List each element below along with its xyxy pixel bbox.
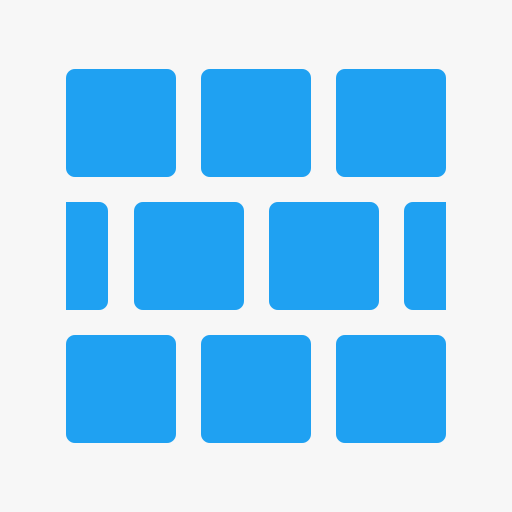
brick-row3-left [66, 335, 176, 443]
brick-row2-right-half [404, 202, 446, 310]
brick-row2-center-left [134, 202, 244, 310]
brick-row2-left-half [66, 202, 108, 310]
app-icon-canvas [0, 0, 512, 512]
brick-row2-center-right [269, 202, 379, 310]
brick-row1-center [201, 69, 311, 177]
brick-row3-right [336, 335, 446, 443]
brick-row3-center [201, 335, 311, 443]
brick-row1-left [66, 69, 176, 177]
brick-row1-right [336, 69, 446, 177]
